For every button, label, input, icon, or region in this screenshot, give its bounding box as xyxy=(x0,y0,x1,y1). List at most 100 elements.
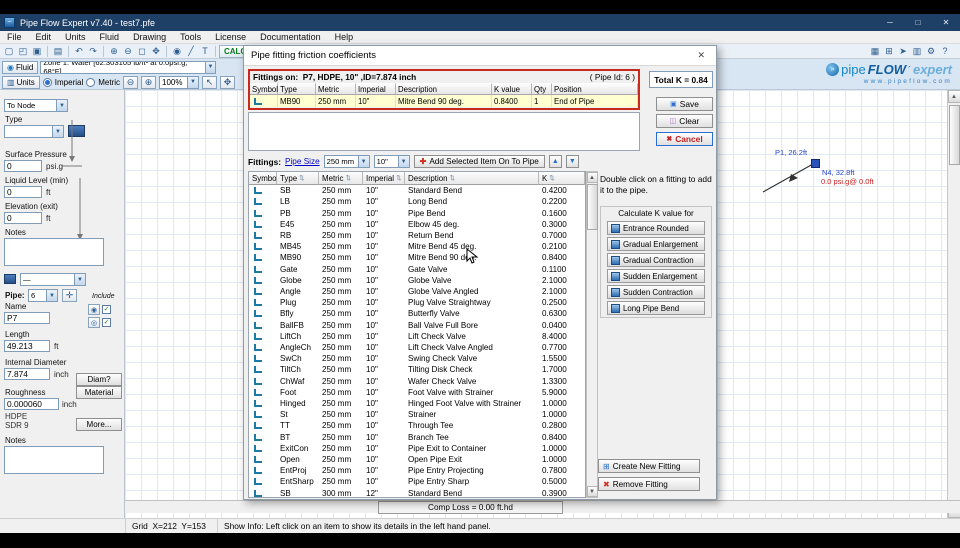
pipe-number-select[interactable]: 6 ▼ xyxy=(28,289,58,302)
node-tool-icon[interactable]: ◉ xyxy=(170,45,184,58)
fitting-row[interactable]: LB 250 mm 10" Long Bend 0.2200 xyxy=(249,196,585,207)
settings-icon[interactable]: ⚙ xyxy=(924,45,938,58)
fluid-zone-select[interactable]: Zone 1: Water [62.303105 lb/ft³ at 0.0ps… xyxy=(40,60,217,74)
include-end-checkbox[interactable]: ✓ xyxy=(102,318,111,327)
menu-edit[interactable]: Edit xyxy=(29,32,59,42)
fitting-row[interactable]: Hinged 250 mm 10" Hinged Foot Valve with St… xyxy=(249,398,585,409)
zoom-fit-icon[interactable]: ◻ xyxy=(135,45,149,58)
units-button[interactable]: ▥ Units xyxy=(2,75,40,89)
node-type-select[interactable]: To Node ▼ xyxy=(4,99,68,112)
column-header-imperial[interactable]: Imperial xyxy=(356,83,396,95)
menu-documentation[interactable]: Documentation xyxy=(253,32,328,42)
menu-file[interactable]: File xyxy=(0,32,29,42)
imperial-radio[interactable] xyxy=(42,77,52,87)
diam-button[interactable]: Diam? xyxy=(76,373,122,386)
pipe-name-field[interactable] xyxy=(4,312,50,324)
column-header-qty[interactable]: Qty xyxy=(532,83,552,95)
zoom-out-icon[interactable]: ⊖ xyxy=(123,75,139,89)
fitting-row[interactable]: Plug 250 mm 10" Plug Valve Straightway 0.250… xyxy=(249,297,585,308)
fitting-row[interactable]: SwCh 250 mm 10" Swing Check Valve 1.5500 xyxy=(249,353,585,364)
fitting-row[interactable]: EntSharp 250 mm 10" Pipe Entry Sharp 0.5000 xyxy=(249,476,585,487)
calc-sudden-enlargement-button[interactable]: Sudden Enlargement xyxy=(607,269,705,283)
scroll-up-icon[interactable]: ▲ xyxy=(586,172,598,183)
undo-icon[interactable]: ↶ xyxy=(72,45,86,58)
zoom-in-icon[interactable]: ⊕ xyxy=(141,75,157,89)
fitting-row[interactable]: SB 300 mm 12" Standard Bend 0.3900 xyxy=(249,487,585,497)
sort-icon[interactable]: ⇅ xyxy=(345,175,350,182)
column-header-symbol[interactable]: Symbol⇅ xyxy=(249,172,286,185)
column-header-description[interactable]: Description xyxy=(396,83,492,95)
pipe-color-swatch[interactable] xyxy=(4,274,16,284)
snap-grid-icon[interactable]: ⊞ xyxy=(882,45,896,58)
fitting-row[interactable]: RB 250 mm 10" Return Bend 0.7000 xyxy=(249,230,585,241)
sort-up-icon[interactable]: ▲ xyxy=(548,155,562,168)
fitting-row[interactable]: PB 250 mm 10" Pipe Bend 0.1600 xyxy=(249,207,585,218)
calc-gradual-enlargement-button[interactable]: Gradual Enlargement xyxy=(607,237,705,251)
menu-tools[interactable]: Tools xyxy=(173,32,208,42)
fitting-row[interactable]: Open 250 mm 10" Open Pipe Exit 1.0000 xyxy=(249,454,585,465)
fitting-row[interactable]: ExitCon 250 mm 10" Pipe Exit to Container 1.… xyxy=(249,443,585,454)
fitting-row[interactable]: MB45 250 mm 10" Mitre Bend 45 deg. 0.2100 xyxy=(249,241,585,252)
metric-size-select[interactable]: 250 mm ▼ xyxy=(323,155,370,168)
type-select[interactable]: ▼ xyxy=(4,125,64,138)
fitting-row[interactable]: ChWaf 250 mm 10" Wafer Check Valve 1.3300 xyxy=(249,375,585,386)
pipe-size-link[interactable]: Pipe Size xyxy=(285,157,320,166)
column-header-description[interactable]: Description ⇅ xyxy=(405,172,539,185)
column-header-metric[interactable]: Metric xyxy=(316,83,356,95)
print-icon[interactable]: ▤ xyxy=(51,45,65,58)
add-fitting-button[interactable]: ✚ Add Selected Item On To Pipe xyxy=(413,155,545,168)
fitting-row[interactable]: BallFB 250 mm 10" Ball Valve Full Bore 0.040… xyxy=(249,319,585,330)
liquid-level-field[interactable] xyxy=(4,186,42,198)
table-scrollbar[interactable]: ▲ ▼ xyxy=(586,171,598,498)
sort-down-icon[interactable]: ▼ xyxy=(565,155,579,168)
fitting-row[interactable]: BT 250 mm 10" Branch Tee 0.8400 xyxy=(249,431,585,442)
sort-icon[interactable]: ⇅ xyxy=(549,175,554,182)
fitting-row[interactable]: AngleCh 250 mm 10" Lift Check Valve Angled 0… xyxy=(249,342,585,353)
zoom-level-select[interactable]: 100% ▼ xyxy=(159,75,200,89)
fitting-row[interactable]: Foot 250 mm 10" Foot Valve with Strainer 5.9… xyxy=(249,387,585,398)
sort-icon[interactable]: ⇅ xyxy=(396,175,401,182)
node-label[interactable]: N4, 32.8ft xyxy=(822,168,855,177)
show-results-icon[interactable]: ▥ xyxy=(910,45,924,58)
show-grid-icon[interactable]: ▦ xyxy=(868,45,882,58)
scroll-thumb[interactable] xyxy=(586,184,598,230)
fitting-row[interactable]: TT 250 mm 10" Through Tee 0.2800 xyxy=(249,420,585,431)
sort-icon[interactable]: ⇅ xyxy=(299,175,304,182)
metric-radio[interactable] xyxy=(86,77,96,87)
create-new-fitting-button[interactable]: ⊞ Create New Fitting xyxy=(598,459,700,473)
help-icon[interactable]: ? xyxy=(938,45,952,58)
node-notes-field[interactable] xyxy=(4,238,104,266)
redo-icon[interactable]: ↷ xyxy=(86,45,100,58)
open-file-icon[interactable]: ◰ xyxy=(16,45,30,58)
column-header-type[interactable]: Type xyxy=(278,83,316,95)
zoom-in-icon[interactable]: ⊕ xyxy=(107,45,121,58)
imperial-size-select[interactable]: 10" ▼ xyxy=(373,155,410,168)
fitting-row[interactable]: Globe 250 mm 10" Globe Valve 2.1000 xyxy=(249,275,585,286)
elevation-field[interactable] xyxy=(4,212,42,224)
fitting-row[interactable]: E45 250 mm 10" Elbow 45 deg. 0.3000 xyxy=(249,219,585,230)
clear-button[interactable]: ◫ Clear xyxy=(656,114,713,128)
menu-drawing[interactable]: Drawing xyxy=(126,32,173,42)
fitting-row[interactable]: SB 250 mm 10" Standard Bend 0.4200 xyxy=(249,185,585,196)
menu-units[interactable]: Units xyxy=(58,32,93,42)
new-file-icon[interactable]: ▢ xyxy=(2,45,16,58)
scroll-thumb[interactable] xyxy=(948,105,960,165)
node-marker[interactable] xyxy=(811,159,820,168)
calc-sudden-contraction-button[interactable]: Sudden Contraction xyxy=(607,285,705,299)
pipe-tool-icon[interactable]: ╱ xyxy=(184,45,198,58)
fluid-button[interactable]: ◉ Fluid xyxy=(2,60,39,74)
pointer-tool-icon[interactable]: ↖ xyxy=(202,75,218,89)
column-header-metric[interactable]: Metric ⇅ xyxy=(319,172,363,185)
surface-pressure-field[interactable] xyxy=(4,160,42,172)
calc-long-pipe-bend-button[interactable]: Long Pipe Bend xyxy=(607,301,705,315)
fitting-row[interactable]: LiftCh 250 mm 10" Lift Check Valve 8.4000 xyxy=(249,331,585,342)
length-field[interactable] xyxy=(4,340,50,352)
save-button[interactable]: ▣ Save xyxy=(656,97,713,111)
column-header-symbol[interactable]: Symbol xyxy=(250,83,278,95)
column-header-kvalue[interactable]: K value xyxy=(492,83,532,95)
calc-gradual-contraction-button[interactable]: Gradual Contraction xyxy=(607,253,705,267)
fitting-row[interactable]: Angle 250 mm 10" Globe Valve Angled 2.1000 xyxy=(249,286,585,297)
dialog-close-icon[interactable]: ✕ xyxy=(693,50,709,61)
fitting-row[interactable]: MB90 250 mm 10" Mitre Bend 90 deg. 0.8400 xyxy=(249,252,585,263)
menu-fluid[interactable]: Fluid xyxy=(93,32,127,42)
